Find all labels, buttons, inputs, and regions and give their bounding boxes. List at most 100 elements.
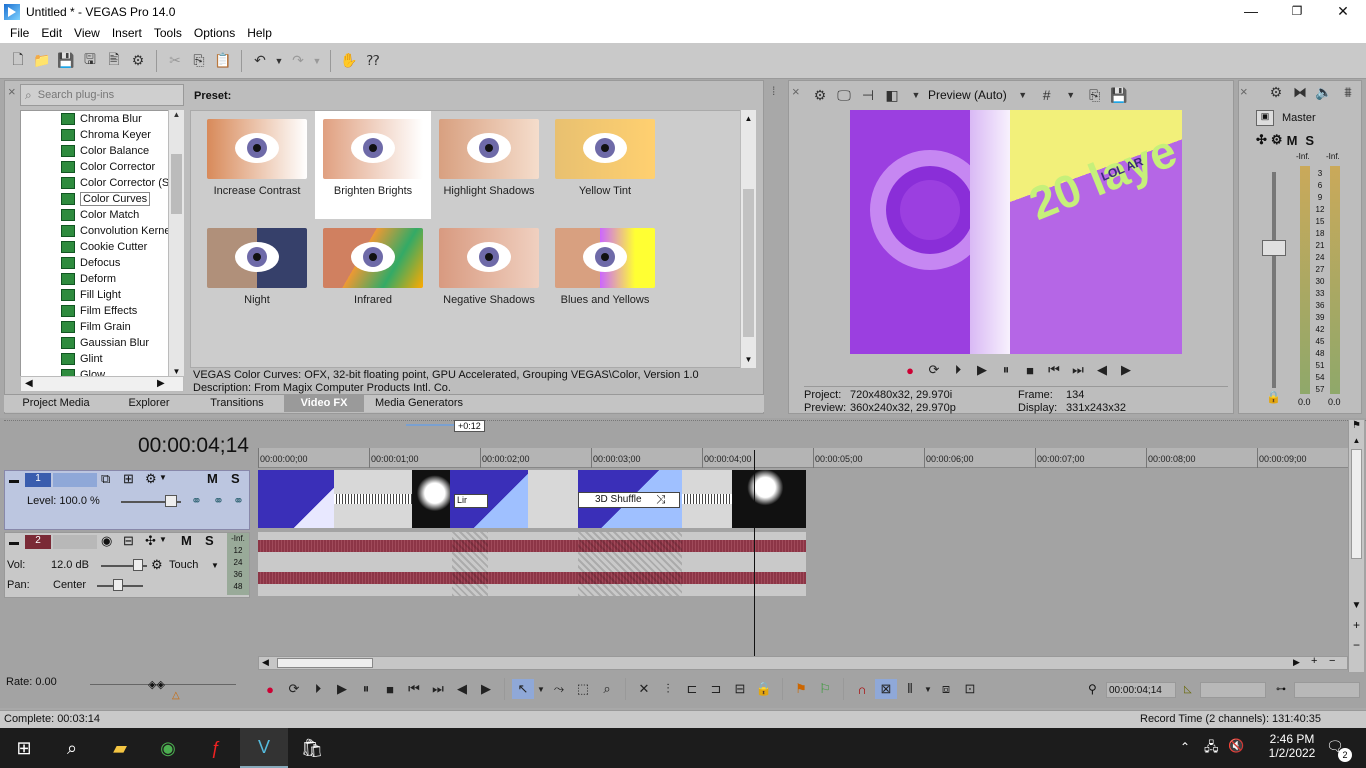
track2-mute-button[interactable]: M [181,533,192,548]
transition-shuffle-icon[interactable]: ⤨ [656,492,666,507]
zoom-in-vertical-icon[interactable]: + [1349,618,1364,632]
tree-item[interactable]: Defocus [21,255,183,271]
automation-mode-select[interactable]: Touch [169,559,198,571]
external-monitor-icon[interactable]: 🖵 [834,85,854,105]
make-compositing-child-icon[interactable]: ⚭ [233,493,244,509]
menu-tools[interactable]: Tools [148,26,188,40]
audio-crossfade[interactable] [452,532,488,596]
scroll-left-icon[interactable]: ◀ [25,378,33,389]
trim-end-icon[interactable]: ⊐ [705,679,727,699]
tree-item[interactable]: Fill Light [21,287,183,303]
timeline-splitter[interactable] [4,420,1366,424]
redo-icon[interactable]: ↷ [288,51,308,71]
preset-thumbnail[interactable]: Blues and Yellows [547,220,663,328]
volume-muted-icon[interactable]: 🔇 [1228,738,1244,754]
close-button[interactable]: ✕ [1320,0,1366,23]
split-icon[interactable]: ⊟ [729,679,751,699]
hand-tool-icon[interactable]: ✋ [339,51,359,71]
collapse-track-icon[interactable]: ▬ [9,475,19,486]
vegas-taskbar-icon[interactable]: V [240,728,288,768]
preset-thumbnail[interactable]: Infrared [315,220,431,328]
new-file-icon[interactable]: 🗋 [8,51,28,71]
play-from-start-icon[interactable]: ⏵ [307,679,329,699]
chrome-icon[interactable]: ◉ [144,728,192,768]
store-icon[interactable]: 🛍 [288,728,336,768]
play-from-start-icon[interactable]: ⏵ [947,360,969,380]
lock-icon[interactable]: 🔒 [753,679,775,699]
ignore-grouping-icon[interactable]: ⊡ [959,679,981,699]
track1-solo-button[interactable]: S [231,471,240,486]
edit-tool-dropdown-icon[interactable]: ▼ [536,679,546,699]
track-name-field[interactable] [53,535,97,549]
tree-item[interactable]: Color Match [21,207,183,223]
pause-icon[interactable]: ⏸ [355,679,377,699]
save-icon[interactable]: 💾 [56,51,76,71]
loop-playback-icon[interactable]: ⟳ [923,360,945,380]
trim-start-icon[interactable]: ⊏ [681,679,703,699]
cut-icon[interactable]: ✂ [165,51,185,71]
selection-tool-icon[interactable]: ⬚ [572,679,594,699]
search-plugins-field[interactable]: ⌕ Search plug-ins [20,84,184,106]
timeline-vertical-scrollbar[interactable]: ⚑ ▲ ▼ + − [1348,420,1364,672]
panel-close-icon[interactable]: × [1240,84,1248,99]
undo-icon[interactable]: ↶ [250,51,270,71]
arm-record-icon[interactable]: ◉ [101,533,112,549]
preset-thumbnail[interactable]: Negative Shadows [431,220,547,328]
video-track-header[interactable]: ▬ 1 ⧉ ⊞ ⚙ ▼ M S Level: 100.0 % ⚭ ⚭ ⚭ [4,470,250,530]
tree-item[interactable]: Deform [21,271,183,287]
master-solo-button[interactable]: S [1305,133,1314,148]
tab-project-media[interactable]: Project Media [4,395,108,412]
video-clip-gap[interactable] [682,470,732,528]
tree-item[interactable]: Chroma Keyer [21,127,183,143]
track1-mute-button[interactable]: M [207,471,218,486]
scroll-right-icon[interactable]: ▶ [157,378,165,389]
tree-item[interactable]: Color Corrector (S [21,175,183,191]
composite-dropdown-icon[interactable]: ▼ [159,473,167,482]
touch-mode-gear-icon[interactable]: ⚙ [151,557,163,573]
mixer-icon[interactable]: ⩩ [1338,82,1358,102]
video-clip[interactable] [258,470,334,528]
preset-thumbnail[interactable]: Brighten Brights [315,111,431,219]
track-name-field[interactable] [53,473,97,487]
zoom-tool-icon[interactable]: ⌕ [596,679,618,699]
master-fx-gear-icon[interactable]: ⚙ [1271,132,1283,148]
menu-options[interactable]: Options [188,26,241,40]
snapping-magnet-icon[interactable]: ∩ [851,679,873,699]
previous-frame-icon[interactable]: ◀ [1091,360,1113,380]
volume-slider-handle[interactable] [133,559,143,571]
automation-dropdown-icon[interactable]: ▼ [159,535,167,544]
track-composite-gear-icon[interactable]: ⚙ [145,471,157,487]
scroll-up-icon[interactable]: ▲ [1349,436,1364,445]
scroll-down-icon[interactable]: ▼ [169,367,184,376]
panel-menu-icon[interactable]: ⁞ [772,84,775,98]
time-ruler[interactable]: 00:00:00;00 00:00:01;00 00:00:02;00 00:00:0… [258,448,1348,468]
minimize-button[interactable]: — [1228,0,1274,23]
panel-close-icon[interactable]: × [792,84,800,99]
scroll-right-icon[interactable]: ▶ [1293,657,1300,668]
previous-frame-icon[interactable]: ◀ [451,679,473,699]
loop-playback-icon[interactable]: ⟳ [283,679,305,699]
downmix-icon[interactable]: ⧓ [1290,82,1310,102]
automation-icon[interactable]: ✣ [145,533,156,549]
paste-icon[interactable]: 📋 [213,51,233,71]
cursor-position-field[interactable]: 00:00:04;14 [1106,682,1176,698]
tree-item[interactable]: Gaussian Blur [21,335,183,351]
preview-mode-dropdown-icon[interactable]: ▼ [1013,85,1033,105]
tree-item[interactable]: Film Effects [21,303,183,319]
go-to-start-icon[interactable]: ⏮ [403,679,425,699]
menu-insert[interactable]: Insert [106,26,148,40]
tab-video-fx[interactable]: Video FX [284,395,364,412]
lock-icon[interactable]: 🔒 [1266,390,1281,404]
pause-icon[interactable]: ⏸ [995,360,1017,380]
marker-flag-icon[interactable]: ⚑ [1349,420,1364,436]
video-clip-flash[interactable] [412,470,450,528]
zoom-out-horizontal-icon[interactable]: − [1329,655,1335,667]
copy-snapshot-icon[interactable]: ⎘ [1085,85,1105,105]
tree-item[interactable]: Convolution Kerne [21,223,183,239]
audio-track-header[interactable]: ▬ 2 ◉ ⊟ ✣ ▼ M S Vol: 12.0 dB ⚙ Touch ▼ P… [4,532,250,598]
whats-this-help-icon[interactable]: ⁇ [363,51,383,71]
video-clip-flash[interactable] [732,470,806,528]
tree-item[interactable]: Color Curves [21,191,183,207]
composite-child-icon[interactable]: ⚭ [213,493,224,509]
stop-icon[interactable]: ■ [379,679,401,699]
